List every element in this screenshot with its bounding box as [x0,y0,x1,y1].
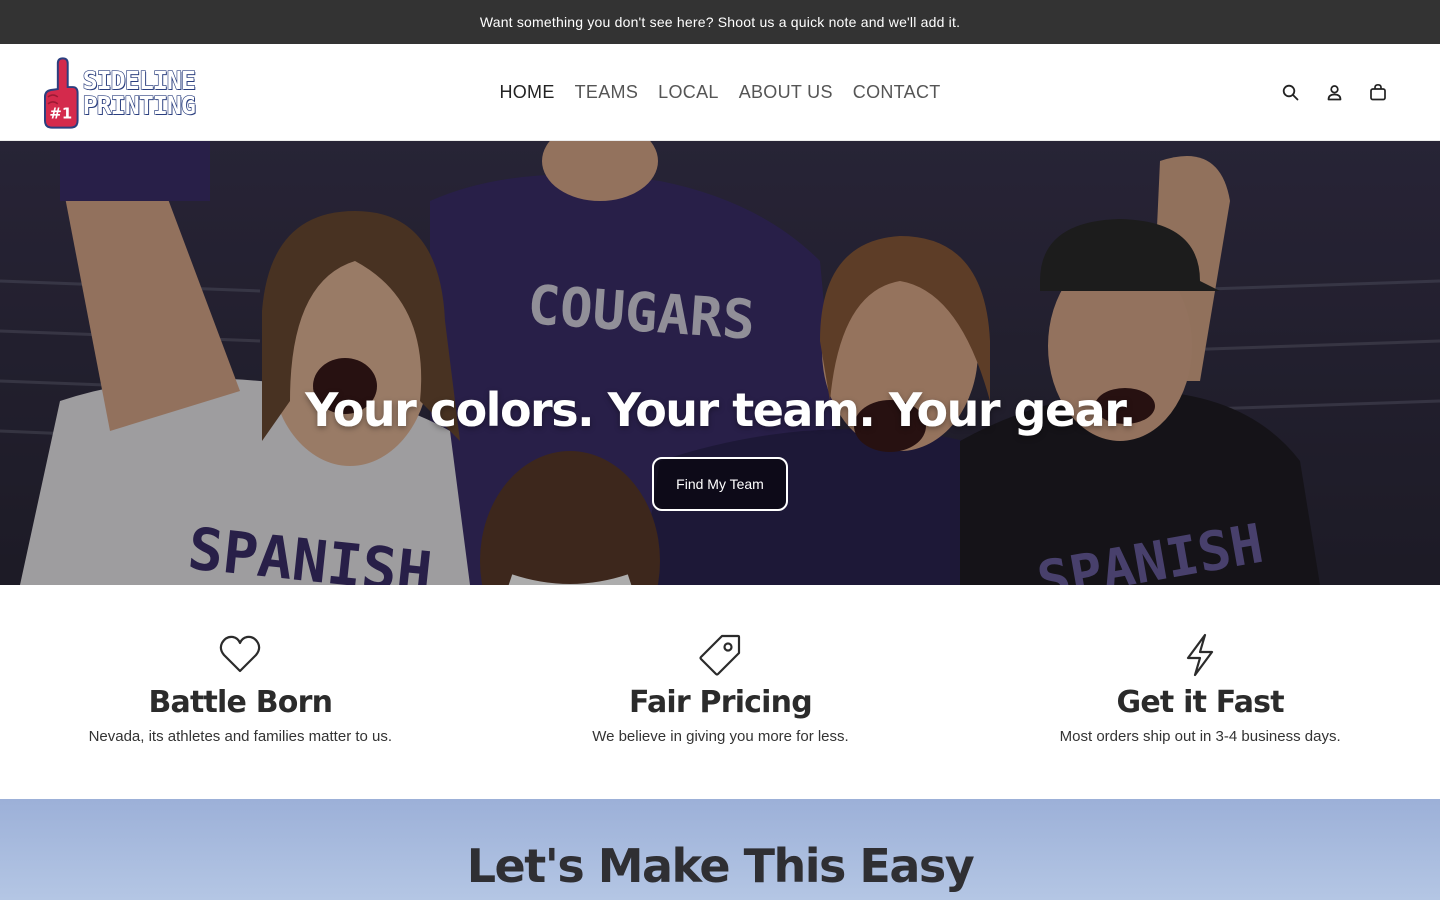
features-section: Battle Born Nevada, its athletes and fam… [0,585,1440,799]
account-icon[interactable] [1324,82,1344,102]
hero-overlay [0,141,1440,585]
nav-about-us[interactable]: ABOUT US [739,82,833,103]
find-my-team-button[interactable]: Find My Team [652,457,788,511]
feature-title: Fair Pricing [629,685,813,720]
nav-contact[interactable]: CONTACT [853,82,941,103]
svg-text:#1: #1 [49,106,72,123]
search-icon[interactable] [1280,82,1300,102]
foam-finger-icon: #1 [43,57,79,129]
logo-line-2: PRINTING [82,91,197,120]
feature-description: We believe in giving you more for less. [592,728,849,745]
price-tag-icon [699,634,741,676]
feature-get-it-fast: Get it Fast Most orders ship out in 3-4 … [960,633,1440,799]
main-nav: HOME TEAMS LOCAL ABOUT US CONTACT [0,44,1440,140]
hero-banner: COUGARS SPANISH SPANISH Your colors. You… [0,141,1440,585]
feature-fair-pricing: Fair Pricing We believe in giving you mo… [481,633,961,799]
header-actions [1280,44,1388,140]
feature-description: Nevada, its athletes and families matter… [88,728,393,745]
cart-icon[interactable] [1368,82,1388,102]
site-logo[interactable]: #1 SIDELINE PRINTING [43,56,197,130]
heart-icon [220,635,261,673]
lightning-icon [1187,633,1214,677]
feature-description: Most orders ship out in 3-4 business day… [1059,728,1341,745]
announcement-text: Want something you don't see here? Shoot… [479,14,961,30]
easy-section-title: Let's Make This Easy [466,839,975,893]
nav-teams[interactable]: TEAMS [575,82,639,103]
hero-content: Your colors. Your team. Your gear. Find … [0,383,1440,511]
feature-title: Get it Fast [1116,685,1285,720]
site-header: #1 SIDELINE PRINTING HOME TEAMS LOCAL AB… [0,44,1440,141]
feature-battle-born: Battle Born Nevada, its athletes and fam… [0,633,481,799]
nav-local[interactable]: LOCAL [658,82,719,103]
hero-title: Your colors. Your team. Your gear. [305,383,1136,437]
logo-line-1: SIDELINE [82,66,197,95]
nav-home[interactable]: HOME [499,82,554,103]
feature-title: Battle Born [148,685,333,720]
announcement-bar: Want something you don't see here? Shoot… [0,0,1440,44]
easy-section: Let's Make This Easy [0,799,1440,900]
